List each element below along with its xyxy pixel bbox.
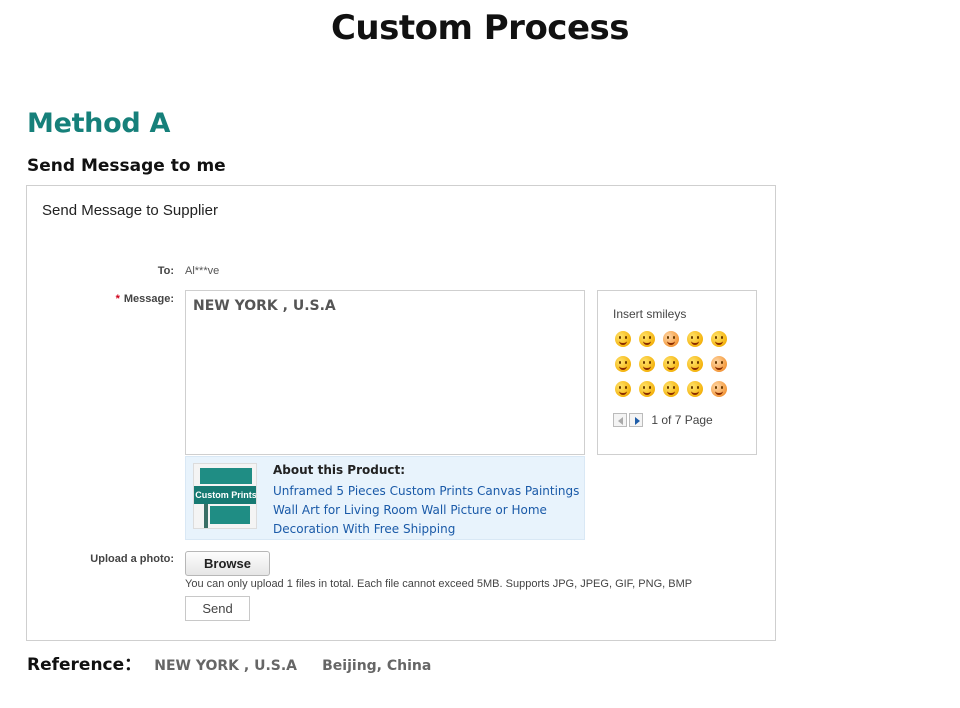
smiley-love-icon[interactable] (687, 381, 703, 397)
smiley-kiss-icon[interactable] (711, 356, 727, 372)
smiley-big-laugh-icon[interactable] (615, 356, 631, 372)
smiley-blush-icon[interactable] (639, 356, 655, 372)
thumb-panel-top (200, 468, 252, 484)
smiley-wink-tongue-icon[interactable] (639, 331, 655, 347)
required-star: * (115, 293, 120, 305)
thumbnail-text: Custom Prints (195, 490, 257, 500)
smiley-grin-big-icon[interactable] (639, 381, 655, 397)
upload-label: Upload a photo: (90, 553, 174, 565)
reference-label: Reference： (27, 655, 142, 675)
to-value: Al***ve (185, 265, 220, 277)
reference-line: Reference： NEW YORK , U.S.A Beijing, Chi… (27, 650, 431, 675)
product-thumbnail[interactable]: Custom Prints (193, 463, 257, 529)
product-heading: About this Product: (273, 463, 406, 477)
smiley-tongue-icon[interactable] (663, 331, 679, 347)
smiley-pager: 1 of 7 Page (613, 412, 713, 427)
page-title: Custom Process (330, 8, 630, 48)
send-heading: Send Message to me (27, 156, 226, 176)
smiley-sleepy-icon[interactable] (663, 381, 679, 397)
about-product-box: Custom Prints About this Product: Unfram… (185, 456, 585, 540)
next-page-icon[interactable] (629, 412, 643, 427)
smiley-hug-icon[interactable] (615, 381, 631, 397)
smiley-grid (615, 331, 745, 406)
smiley-grin-icon[interactable] (687, 331, 703, 347)
message-textarea[interactable]: NEW YORK , U.S.A (185, 290, 585, 455)
thumb-pole (204, 504, 208, 528)
smiley-surprise-icon[interactable] (663, 356, 679, 372)
smiley-smile-icon[interactable] (615, 331, 631, 347)
upload-note: You can only upload 1 files in total. Ea… (185, 578, 693, 590)
pager-text: 1 of 7 Page (651, 412, 713, 427)
reference-value: NEW YORK , U.S.A (154, 658, 298, 674)
prev-page-icon[interactable] (613, 412, 627, 427)
panel-title: Send Message to Supplier (42, 202, 218, 219)
smiley-title: Insert smileys (613, 307, 687, 321)
send-button[interactable]: Send (185, 596, 250, 621)
browse-button[interactable]: Browse (185, 551, 270, 576)
message-label-wrapper: * Message: (116, 293, 174, 305)
thumb-panel-bottom (210, 506, 250, 524)
smiley-panel: Insert smileys 1 of 7 Page (597, 290, 757, 455)
message-form-panel: Send Message to Supplier To: Al***ve * Me… (26, 185, 776, 641)
smiley-laugh-icon[interactable] (711, 331, 727, 347)
smiley-squint-icon[interactable] (687, 356, 703, 372)
to-label: To: (157, 265, 174, 277)
method-title: Method A (27, 108, 171, 139)
message-label: Message: (123, 293, 174, 305)
product-link[interactable]: Unframed 5 Pieces Custom Prints Canvas P… (273, 482, 583, 539)
reference-value: Beijing, China (322, 658, 432, 674)
smiley-kiss-heart-icon[interactable] (711, 381, 727, 397)
